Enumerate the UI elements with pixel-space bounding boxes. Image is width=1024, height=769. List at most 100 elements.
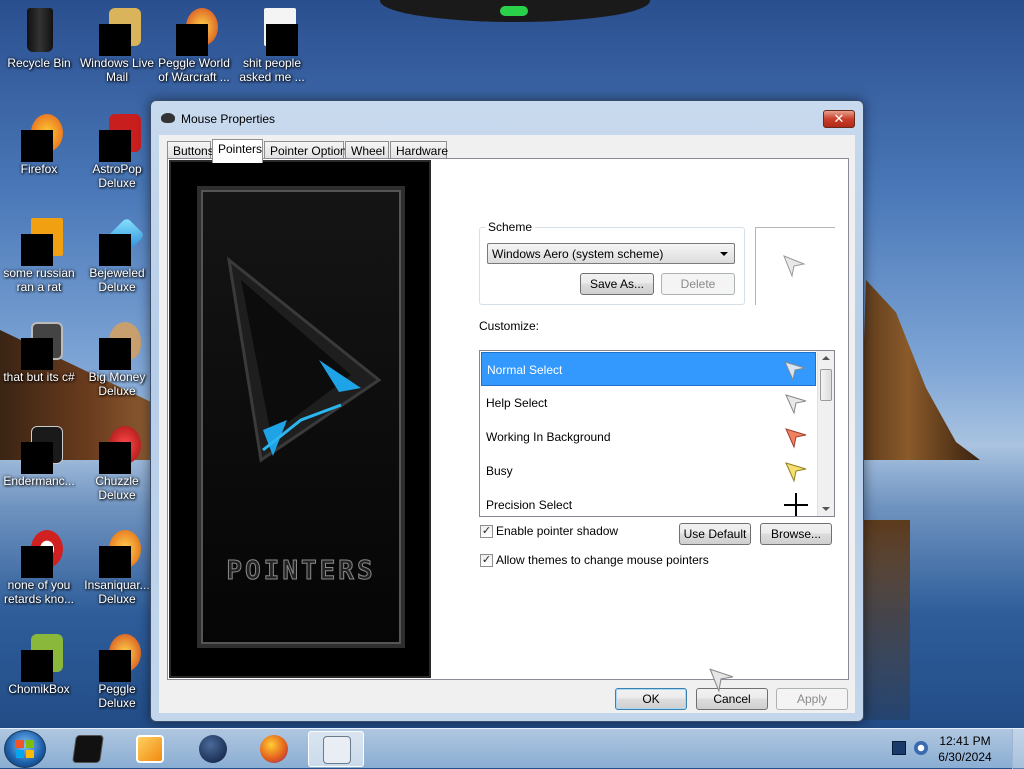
desktop-icon-peggle-deluxe[interactable]: Peggle Deluxe — [79, 632, 155, 710]
bejeweled-icon — [93, 216, 145, 266]
desktop-icon-bejeweled[interactable]: Bejeweled Deluxe — [79, 216, 155, 294]
scheme-dropdown[interactable]: Windows Aero (system scheme) — [487, 243, 735, 264]
title-bar[interactable]: Mouse Properties ✕ — [151, 101, 863, 135]
allow-themes-checkbox[interactable]: ✓ — [480, 554, 493, 567]
water-reflection — [860, 520, 910, 720]
firefox-icon — [15, 112, 63, 162]
save-as-button[interactable]: Save As... — [580, 273, 654, 295]
allow-themes-label: Allow themes to change mouse pointers — [496, 553, 709, 567]
list-item-label: Busy — [486, 464, 513, 478]
desktop-icon-label: some russian ran a rat — [3, 266, 75, 294]
recycle-bin-icon — [15, 6, 63, 54]
taskbar-item-terminal[interactable] — [60, 731, 116, 767]
taskbar-item-firefox[interactable] — [246, 731, 302, 767]
enable-pointer-shadow-label: Enable pointer shadow — [496, 524, 619, 538]
cliff-right — [860, 280, 980, 460]
desktop-icon-label: that but its c# — [3, 370, 75, 384]
peggle-icon — [170, 6, 218, 56]
cursor-preview-box — [755, 227, 835, 305]
scheme-dropdown-value: Windows Aero (system scheme) — [492, 247, 664, 261]
scrollbar-thumb[interactable] — [820, 369, 832, 401]
terminal-icon — [72, 735, 104, 763]
artwork-panel: POINTERS — [197, 186, 405, 648]
desktop: { "desktop": { "icons": [ {"label": "Rec… — [0, 0, 1024, 769]
desktop-icon-csharp[interactable]: that but its c# — [1, 320, 77, 384]
top-gadget — [380, 0, 650, 22]
desktop-icon-label: none of you retards kno... — [3, 578, 75, 606]
desktop-icon-recycle-bin[interactable]: Recycle Bin — [1, 6, 77, 70]
scheme-label: Scheme — [485, 220, 536, 234]
taskbar: 12:41 PM 6/30/2024 — [0, 728, 1024, 769]
show-desktop-button[interactable] — [1012, 729, 1024, 769]
desktop-icon-chomikbox[interactable]: ChomikBox — [1, 632, 77, 696]
list-scrollbar[interactable] — [817, 351, 834, 516]
delete-button[interactable]: Delete — [661, 273, 735, 295]
desktop-icon-label: Endermanc... — [3, 474, 75, 488]
led-indicator — [500, 6, 528, 16]
mouse-icon — [161, 113, 175, 123]
money-bag-icon — [93, 320, 141, 370]
scroll-down-icon[interactable] — [822, 507, 830, 511]
desktop-icon-insaniquarium[interactable]: Insaniquar... Deluxe — [79, 528, 155, 606]
ok-button[interactable]: OK — [615, 688, 687, 710]
astropop-icon — [93, 112, 141, 162]
desktop-icon-label: ChomikBox — [8, 682, 70, 696]
list-item-help-select[interactable]: Help Select — [481, 386, 816, 420]
volume-icon[interactable] — [914, 741, 928, 755]
file-icon — [15, 320, 63, 370]
media-player-icon — [136, 735, 164, 763]
taskbar-item-mouse-properties[interactable] — [308, 731, 364, 767]
desktop-icon-label: Chuzzle Deluxe — [95, 474, 139, 502]
peggle-icon — [93, 632, 141, 682]
desktop-icon-astropop[interactable]: AstroPop Deluxe — [79, 112, 155, 190]
arrow-cursor-icon — [783, 255, 806, 278]
app-icon — [15, 528, 63, 578]
app-icon — [15, 424, 63, 474]
list-item-label: Working In Background — [486, 430, 611, 444]
list-item-busy[interactable]: Busy — [481, 454, 816, 488]
text-file-icon — [248, 6, 298, 56]
chevron-down-icon — [720, 252, 728, 256]
desktop-icon-windows-live-mail[interactable]: Windows Live Mail — [79, 6, 155, 84]
desktop-icon-label: Bejeweled Deluxe — [89, 266, 145, 294]
clock-time[interactable]: 12:41 PM — [930, 734, 1000, 748]
tab-pointers[interactable]: Pointers — [212, 139, 263, 163]
list-item-normal-select[interactable]: Normal Select — [481, 352, 816, 386]
list-item-label: Precision Select — [486, 498, 573, 512]
desktop-icon-chuzzle[interactable]: Chuzzle Deluxe — [79, 424, 155, 502]
desktop-icon-label: Big Money Deluxe — [88, 370, 146, 398]
list-item-label: Normal Select — [487, 363, 563, 377]
clock-date[interactable]: 6/30/2024 — [930, 750, 1000, 764]
desktop-icon-none-of-you[interactable]: none of you retards kno... — [1, 528, 77, 606]
artwork-logo-text: POINTERS — [226, 556, 376, 587]
windows-logo-icon — [16, 740, 34, 758]
scroll-up-icon[interactable] — [822, 356, 830, 360]
close-button[interactable]: ✕ — [823, 110, 855, 128]
start-button[interactable] — [4, 730, 46, 768]
working-cursor-icon — [785, 428, 807, 449]
desktop-icon-peggle-wow[interactable]: Peggle World of Warcraft ... — [156, 6, 232, 84]
cursor-list[interactable]: Normal Select Help Select Working In Bac… — [479, 350, 835, 517]
desktop-icon-label: Firefox — [20, 162, 58, 176]
desktop-icon-endermanc[interactable]: Endermanc... — [1, 424, 77, 488]
taskbar-item-media-player[interactable] — [122, 731, 178, 767]
desktop-icon-label: Peggle World of Warcraft ... — [158, 56, 230, 84]
list-item-working-in-background[interactable]: Working In Background — [481, 420, 816, 454]
desktop-icon-russian-rat[interactable]: some russian ran a rat — [1, 216, 77, 294]
firefox-icon — [260, 735, 288, 763]
desktop-icon-big-money[interactable]: Big Money Deluxe — [79, 320, 155, 398]
list-item-precision-select[interactable]: Precision Select — [481, 488, 816, 516]
busy-cursor-icon — [785, 462, 807, 483]
taskbar-item-globe[interactable] — [185, 731, 241, 767]
enable-pointer-shadow-checkbox[interactable]: ✓ — [480, 525, 493, 538]
browse-button[interactable]: Browse... — [760, 523, 832, 545]
desktop-icon-label: Insaniquar... Deluxe — [84, 578, 150, 606]
desktop-icon-label: Windows Live Mail — [79, 56, 155, 84]
desktop-icon-label: Peggle Deluxe — [98, 682, 136, 710]
desktop-icon-text-file[interactable]: shit people asked me ... — [234, 6, 310, 84]
apply-button[interactable]: Apply — [776, 688, 848, 710]
use-default-button[interactable]: Use Default — [679, 523, 751, 545]
network-icon[interactable] — [892, 741, 906, 755]
app-icon — [15, 216, 63, 266]
desktop-icon-firefox[interactable]: Firefox — [1, 112, 77, 176]
